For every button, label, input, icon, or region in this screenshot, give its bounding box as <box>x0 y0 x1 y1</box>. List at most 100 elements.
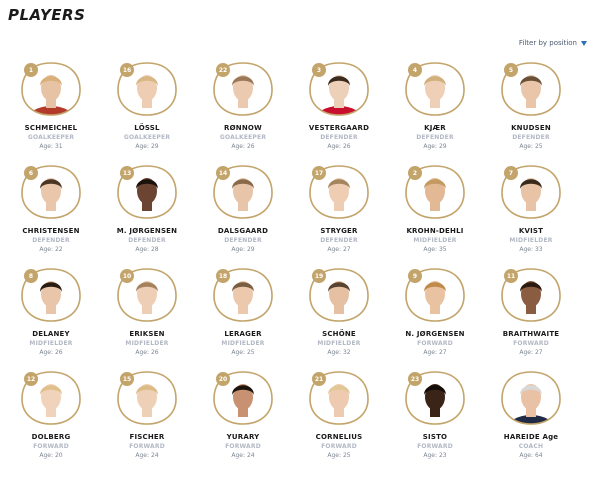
player-card[interactable]: 9 N. JØRGENSEN FORWARD Age: 27 <box>387 265 483 368</box>
player-name[interactable]: LERAGER <box>224 330 261 338</box>
player-photo-badge[interactable]: 22 <box>210 60 276 118</box>
player-name[interactable]: STRYGER <box>320 227 357 235</box>
player-photo-badge[interactable]: 1 <box>18 60 84 118</box>
player-card[interactable]: 23 SISTO FORWARD Age: 23 <box>387 368 483 471</box>
player-photo-badge[interactable]: 3 <box>306 60 372 118</box>
jersey-number: 2 <box>408 166 422 180</box>
player-card[interactable]: 5 KNUDSEN DEFENDER Age: 25 <box>483 59 579 162</box>
age-label: Age: <box>423 246 438 253</box>
player-position: MIDFIELDER <box>317 340 361 347</box>
player-age: Age: 26 <box>327 143 350 150</box>
player-name[interactable]: FISCHER <box>130 433 165 441</box>
player-name[interactable]: SCHMEICHEL <box>25 124 78 132</box>
player-name[interactable]: YURARY <box>227 433 260 441</box>
player-card[interactable]: 12 DOLBERG FORWARD Age: 20 <box>3 368 99 471</box>
player-name[interactable]: SISTO <box>423 433 447 441</box>
player-name[interactable]: DELANEY <box>32 330 70 338</box>
player-photo-badge[interactable]: 13 <box>114 163 180 221</box>
player-photo-badge[interactable]: 23 <box>402 369 468 427</box>
player-card[interactable]: 6 CHRISTENSEN DEFENDER Age: 22 <box>3 162 99 265</box>
player-name[interactable]: LÖSSL <box>134 124 159 132</box>
player-card[interactable]: 1 SCHMEICHEL GOALKEEPER Age: 31 <box>3 59 99 162</box>
player-position: FORWARD <box>417 443 453 450</box>
player-name[interactable]: RØNNOW <box>224 124 262 132</box>
player-name[interactable]: KROHN-DEHLI <box>406 227 463 235</box>
jersey-number: 14 <box>216 166 230 180</box>
player-age: Age: 24 <box>231 452 254 459</box>
age-value: 24 <box>150 452 159 459</box>
player-name[interactable]: CHRISTENSEN <box>22 227 79 235</box>
player-age: Age: 24 <box>135 452 158 459</box>
player-photo-badge[interactable]: 7 <box>498 163 564 221</box>
player-photo-badge[interactable]: 17 <box>306 163 372 221</box>
player-age: Age: 29 <box>135 143 158 150</box>
player-card[interactable]: 14 DALSGAARD DEFENDER Age: 29 <box>195 162 291 265</box>
player-name[interactable]: KJÆR <box>424 124 446 132</box>
player-card[interactable]: 10 ERIKSEN MIDFIELDER Age: 26 <box>99 265 195 368</box>
player-card[interactable]: 19 SCHÖNE MIDFIELDER Age: 32 <box>291 265 387 368</box>
player-photo-badge[interactable]: 21 <box>306 369 372 427</box>
player-name[interactable]: HAREIDE Age <box>504 433 558 441</box>
age-label: Age: <box>39 143 54 150</box>
age-label: Age: <box>423 452 438 459</box>
player-photo-badge[interactable]: 19 <box>306 266 372 324</box>
player-name[interactable]: CORNELIUS <box>316 433 363 441</box>
player-photo-badge[interactable]: 14 <box>210 163 276 221</box>
jersey-number: 16 <box>120 63 134 77</box>
player-age: Age: 27 <box>423 349 446 356</box>
player-card[interactable]: 21 CORNELIUS FORWARD Age: 25 <box>291 368 387 471</box>
player-photo-badge[interactable]: 15 <box>114 369 180 427</box>
player-portrait-icon <box>501 371 561 425</box>
player-photo-badge[interactable]: 18 <box>210 266 276 324</box>
player-card[interactable]: 4 KJÆR DEFENDER Age: 29 <box>387 59 483 162</box>
player-card[interactable]: 22 RØNNOW GOALKEEPER Age: 26 <box>195 59 291 162</box>
player-card[interactable]: 7 KVIST MIDFIELDER Age: 33 <box>483 162 579 265</box>
age-value: 31 <box>54 143 63 150</box>
player-card[interactable]: 13 M. JØRGENSEN DEFENDER Age: 28 <box>99 162 195 265</box>
player-name[interactable]: KVIST <box>519 227 543 235</box>
player-photo-badge[interactable] <box>498 369 564 427</box>
player-card[interactable]: 17 STRYGER DEFENDER Age: 27 <box>291 162 387 265</box>
player-card[interactable]: 2 KROHN-DEHLI MIDFIELDER Age: 35 <box>387 162 483 265</box>
player-photo-badge[interactable]: 6 <box>18 163 84 221</box>
player-card[interactable]: HAREIDE Age COACH Age: 64 <box>483 368 579 471</box>
age-value: 29 <box>150 143 159 150</box>
player-position: DEFENDER <box>320 134 358 141</box>
player-photo-badge[interactable]: 11 <box>498 266 564 324</box>
player-photo-badge[interactable]: 5 <box>498 60 564 118</box>
dropdown-arrow-icon <box>581 40 587 46</box>
filter-by-position-dropdown[interactable]: Filter by position <box>519 39 587 47</box>
player-photo-badge[interactable]: 8 <box>18 266 84 324</box>
player-name[interactable]: SCHÖNE <box>322 330 356 338</box>
jersey-number: 12 <box>24 372 38 386</box>
player-age: Age: 25 <box>231 349 254 356</box>
player-name[interactable]: ERIKSEN <box>129 330 164 338</box>
player-position: DEFENDER <box>320 237 358 244</box>
player-card[interactable]: 11 BRAITHWAITE FORWARD Age: 27 <box>483 265 579 368</box>
player-card[interactable]: 3 VESTERGAARD DEFENDER Age: 26 <box>291 59 387 162</box>
player-card[interactable]: 15 FISCHER FORWARD Age: 24 <box>99 368 195 471</box>
player-age: Age: 26 <box>231 143 254 150</box>
player-name[interactable]: DALSGAARD <box>218 227 268 235</box>
player-photo-badge[interactable]: 20 <box>210 369 276 427</box>
age-value: 25 <box>342 452 351 459</box>
player-name[interactable]: BRAITHWAITE <box>503 330 560 338</box>
player-name[interactable]: DOLBERG <box>32 433 71 441</box>
player-photo-badge[interactable]: 9 <box>402 266 468 324</box>
player-photo-badge[interactable]: 2 <box>402 163 468 221</box>
player-photo-badge[interactable]: 10 <box>114 266 180 324</box>
player-position: FORWARD <box>417 340 453 347</box>
player-name[interactable]: N. JØRGENSEN <box>405 330 464 338</box>
player-photo-badge[interactable]: 16 <box>114 60 180 118</box>
player-photo-badge[interactable]: 4 <box>402 60 468 118</box>
player-name[interactable]: M. JØRGENSEN <box>117 227 177 235</box>
player-card[interactable]: 16 LÖSSL GOALKEEPER Age: 29 <box>99 59 195 162</box>
age-label: Age: <box>327 143 342 150</box>
player-card[interactable]: 18 LERAGER MIDFIELDER Age: 25 <box>195 265 291 368</box>
player-photo-badge[interactable]: 12 <box>18 369 84 427</box>
player-card[interactable]: 8 DELANEY MIDFIELDER Age: 26 <box>3 265 99 368</box>
player-name[interactable]: KNUDSEN <box>511 124 551 132</box>
player-name[interactable]: VESTERGAARD <box>309 124 369 132</box>
player-card[interactable]: 20 YURARY FORWARD Age: 24 <box>195 368 291 471</box>
player-position: DEFENDER <box>128 237 166 244</box>
